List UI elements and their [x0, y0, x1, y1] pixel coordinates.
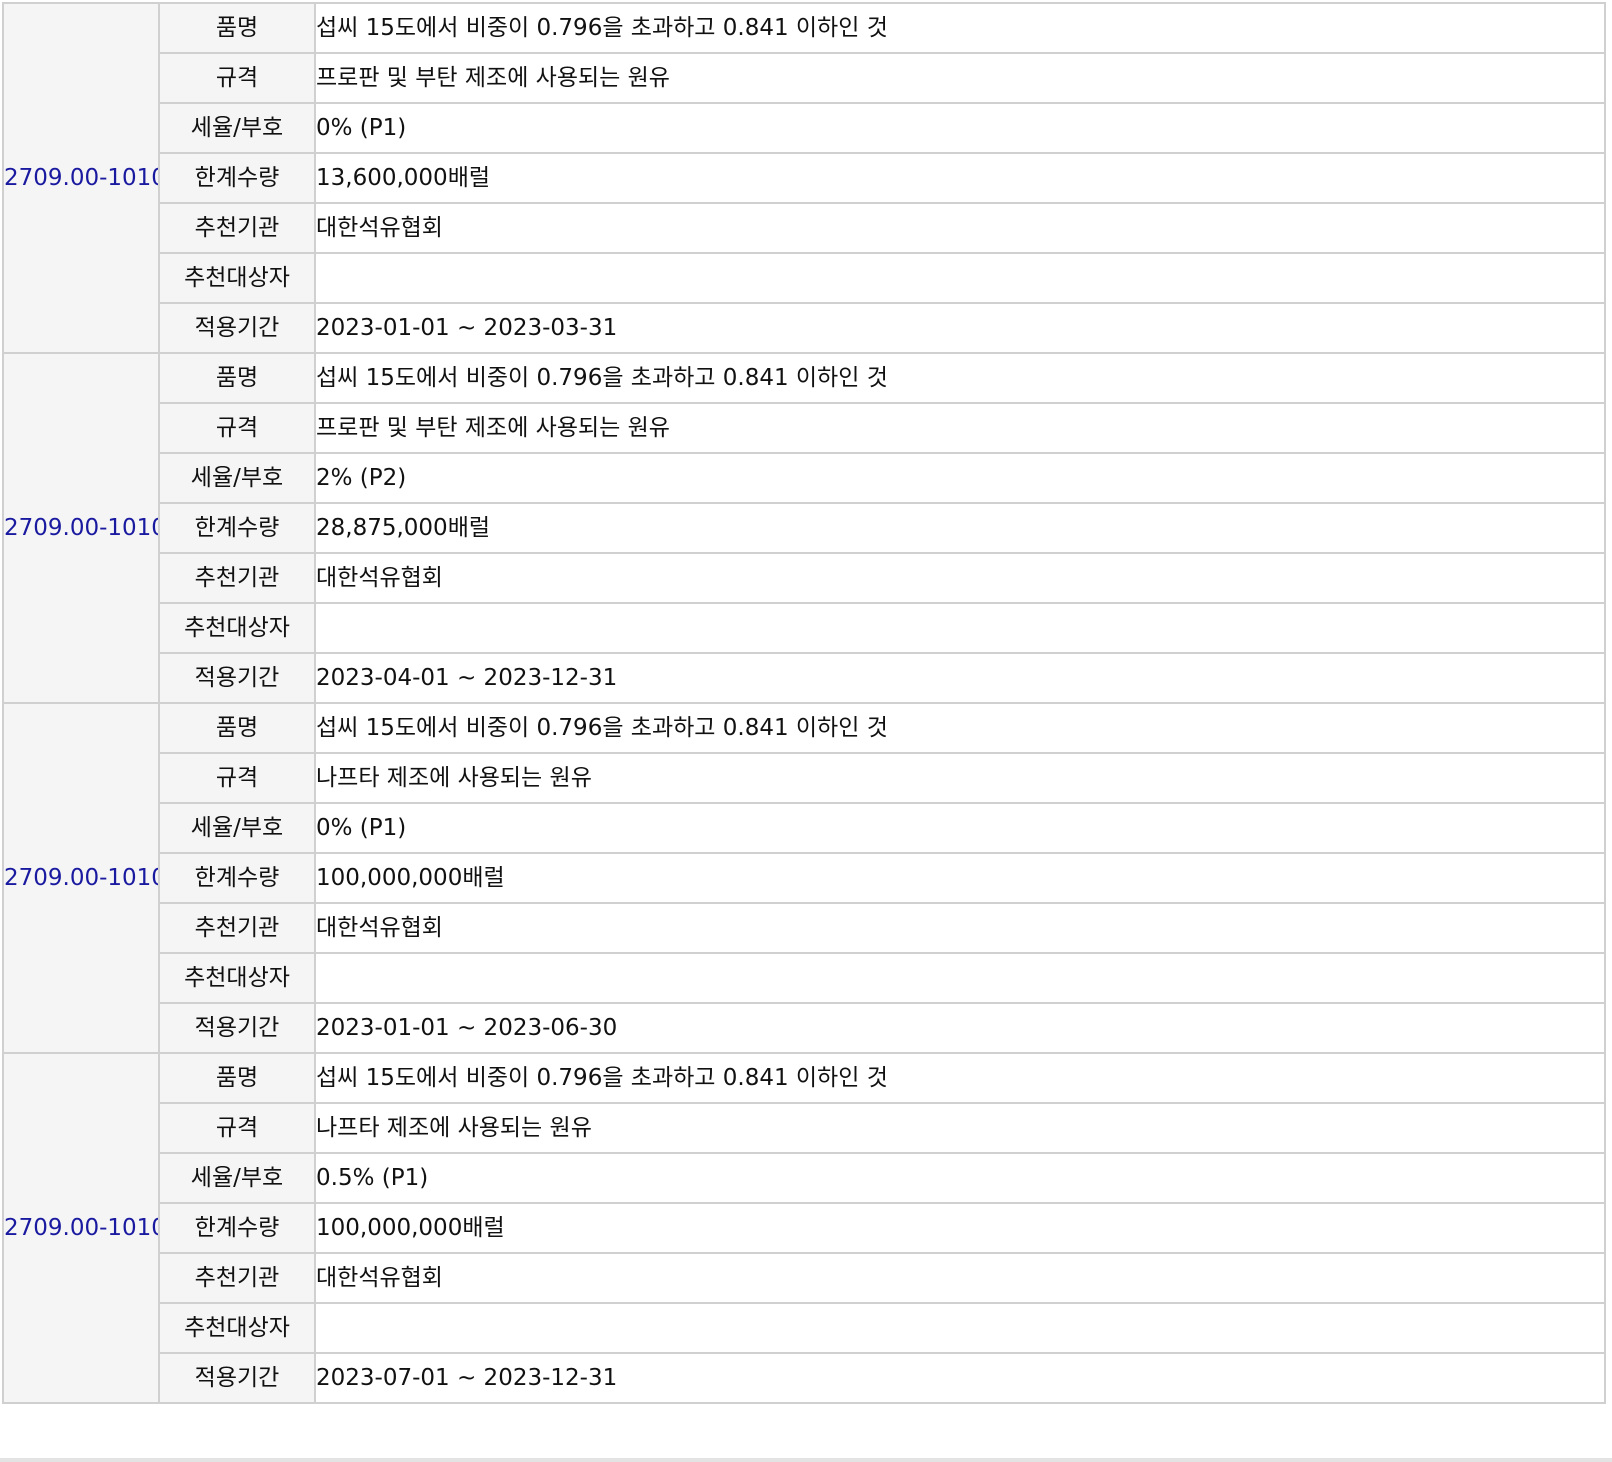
- field-value-recipient: [314, 252, 1606, 304]
- field-value-rate: 2% (P2): [314, 452, 1606, 504]
- table-row: 추천기관 대한석유협회: [3, 1252, 1606, 1304]
- tariff-quota-table: 2709.00-1010 품명 섭씨 15도에서 비중이 0.796을 초과하고…: [2, 2, 1606, 1404]
- table-row: 한계수량 13,600,000배럴: [3, 152, 1606, 204]
- field-value-spec: 프로판 및 부탄 제조에 사용되는 원유: [314, 52, 1606, 104]
- table-row: 추천기관 대한석유협회: [3, 552, 1606, 604]
- field-label-quota: 한계수량: [158, 1202, 316, 1254]
- table-row: 규격 프로판 및 부탄 제조에 사용되는 원유: [3, 402, 1606, 454]
- field-label-quota: 한계수량: [158, 852, 316, 904]
- table-row: 추천기관 대한석유협회: [3, 202, 1606, 254]
- table-row: 적용기간 2023-01-01 ~ 2023-06-30: [3, 1002, 1606, 1054]
- field-label-rate: 세율/부호: [158, 1152, 316, 1204]
- field-value-recipient: [314, 952, 1606, 1004]
- table-row: 규격 나프타 제조에 사용되는 원유: [3, 752, 1606, 804]
- table-row: 한계수량 100,000,000배럴: [3, 852, 1606, 904]
- field-label-item-name: 품명: [158, 352, 316, 404]
- field-label-quota: 한계수량: [158, 152, 316, 204]
- field-label-recipient: 추천대상자: [158, 602, 316, 654]
- field-value-item-name: 섭씨 15도에서 비중이 0.796을 초과하고 0.841 이하인 것: [314, 1052, 1606, 1104]
- field-value-quota: 100,000,000배럴: [314, 1202, 1606, 1254]
- field-label-spec: 규격: [158, 52, 316, 104]
- table-row: 2709.00-1010 품명 섭씨 15도에서 비중이 0.796을 초과하고…: [2, 1052, 1606, 1404]
- hs-code-link[interactable]: 2709.00-1010: [2, 2, 160, 354]
- field-value-item-name: 섭씨 15도에서 비중이 0.796을 초과하고 0.841 이하인 것: [314, 2, 1606, 54]
- hs-code-link[interactable]: 2709.00-1010: [2, 702, 160, 1054]
- field-label-rate: 세율/부호: [158, 102, 316, 154]
- field-value-agency: 대한석유협회: [314, 202, 1606, 254]
- field-label-recipient: 추천대상자: [158, 952, 316, 1004]
- field-value-rate: 0% (P1): [314, 102, 1606, 154]
- field-label-rate: 세율/부호: [158, 452, 316, 504]
- field-label-period: 적용기간: [158, 302, 316, 354]
- table-row: 세율/부호 0.5% (P1): [3, 1152, 1606, 1204]
- table-row: 적용기간 2023-04-01 ~ 2023-12-31: [3, 652, 1606, 704]
- table-row: 규격 프로판 및 부탄 제조에 사용되는 원유: [3, 52, 1606, 104]
- table-row: 추천대상자: [3, 1302, 1606, 1354]
- field-value-recipient: [314, 1302, 1606, 1354]
- field-label-rate: 세율/부호: [158, 802, 316, 854]
- field-value-agency: 대한석유협회: [314, 552, 1606, 604]
- table-row: 적용기간 2023-01-01 ~ 2023-03-31: [3, 302, 1606, 354]
- table-row: 2709.00-1010 품명 섭씨 15도에서 비중이 0.796을 초과하고…: [2, 702, 1606, 1054]
- table-row: 세율/부호 0% (P1): [3, 102, 1606, 154]
- field-value-quota: 100,000,000배럴: [314, 852, 1606, 904]
- field-value-agency: 대한석유협회: [314, 1252, 1606, 1304]
- field-label-recipient: 추천대상자: [158, 1302, 316, 1354]
- table-row: 추천기관 대한석유협회: [3, 902, 1606, 954]
- hs-code-link[interactable]: 2709.00-1010: [2, 1052, 160, 1404]
- field-label-period: 적용기간: [158, 1352, 316, 1404]
- field-value-period: 2023-01-01 ~ 2023-06-30: [314, 1002, 1606, 1054]
- field-value-period: 2023-07-01 ~ 2023-12-31: [314, 1352, 1606, 1404]
- field-label-item-name: 품명: [158, 1052, 316, 1104]
- field-value-recipient: [314, 602, 1606, 654]
- table-row: 2709.00-1010 품명 섭씨 15도에서 비중이 0.796을 초과하고…: [2, 2, 1606, 354]
- field-label-quota: 한계수량: [158, 502, 316, 554]
- hs-code-link[interactable]: 2709.00-1010: [2, 352, 160, 704]
- field-value-agency: 대한석유협회: [314, 902, 1606, 954]
- table-row: 추천대상자: [3, 252, 1606, 304]
- field-value-item-name: 섭씨 15도에서 비중이 0.796을 초과하고 0.841 이하인 것: [314, 352, 1606, 404]
- table-row: 추천대상자: [3, 952, 1606, 1004]
- field-label-period: 적용기간: [158, 652, 316, 704]
- table-row: 세율/부호 0% (P1): [3, 802, 1606, 854]
- tariff-quota-table-frame: 2709.00-1010 품명 섭씨 15도에서 비중이 0.796을 초과하고…: [0, 0, 1612, 1462]
- field-value-quota: 28,875,000배럴: [314, 502, 1606, 554]
- field-label-spec: 규격: [158, 752, 316, 804]
- field-value-rate: 0.5% (P1): [314, 1152, 1606, 1204]
- field-label-item-name: 품명: [158, 702, 316, 754]
- field-value-period: 2023-04-01 ~ 2023-12-31: [314, 652, 1606, 704]
- table-row: 세율/부호 2% (P2): [3, 452, 1606, 504]
- table-row: 2709.00-1010 품명 섭씨 15도에서 비중이 0.796을 초과하고…: [2, 352, 1606, 704]
- field-value-item-name: 섭씨 15도에서 비중이 0.796을 초과하고 0.841 이하인 것: [314, 702, 1606, 754]
- table-row: 추천대상자: [3, 602, 1606, 654]
- field-label-spec: 규격: [158, 1102, 316, 1154]
- field-label-recipient: 추천대상자: [158, 252, 316, 304]
- field-value-period: 2023-01-01 ~ 2023-03-31: [314, 302, 1606, 354]
- field-label-spec: 규격: [158, 402, 316, 454]
- field-value-rate: 0% (P1): [314, 802, 1606, 854]
- field-value-quota: 13,600,000배럴: [314, 152, 1606, 204]
- table-row: 한계수량 28,875,000배럴: [3, 502, 1606, 554]
- field-label-agency: 추천기관: [158, 1252, 316, 1304]
- field-label-agency: 추천기관: [158, 202, 316, 254]
- field-value-spec: 프로판 및 부탄 제조에 사용되는 원유: [314, 402, 1606, 454]
- field-label-agency: 추천기관: [158, 552, 316, 604]
- bottom-scroll-edge: [0, 1458, 1612, 1462]
- field-value-spec: 나프타 제조에 사용되는 원유: [314, 752, 1606, 804]
- table-row: 한계수량 100,000,000배럴: [3, 1202, 1606, 1254]
- table-row: 규격 나프타 제조에 사용되는 원유: [3, 1102, 1606, 1154]
- field-label-item-name: 품명: [158, 2, 316, 54]
- field-value-spec: 나프타 제조에 사용되는 원유: [314, 1102, 1606, 1154]
- field-label-agency: 추천기관: [158, 902, 316, 954]
- table-row: 적용기간 2023-07-01 ~ 2023-12-31: [3, 1352, 1606, 1404]
- field-label-period: 적용기간: [158, 1002, 316, 1054]
